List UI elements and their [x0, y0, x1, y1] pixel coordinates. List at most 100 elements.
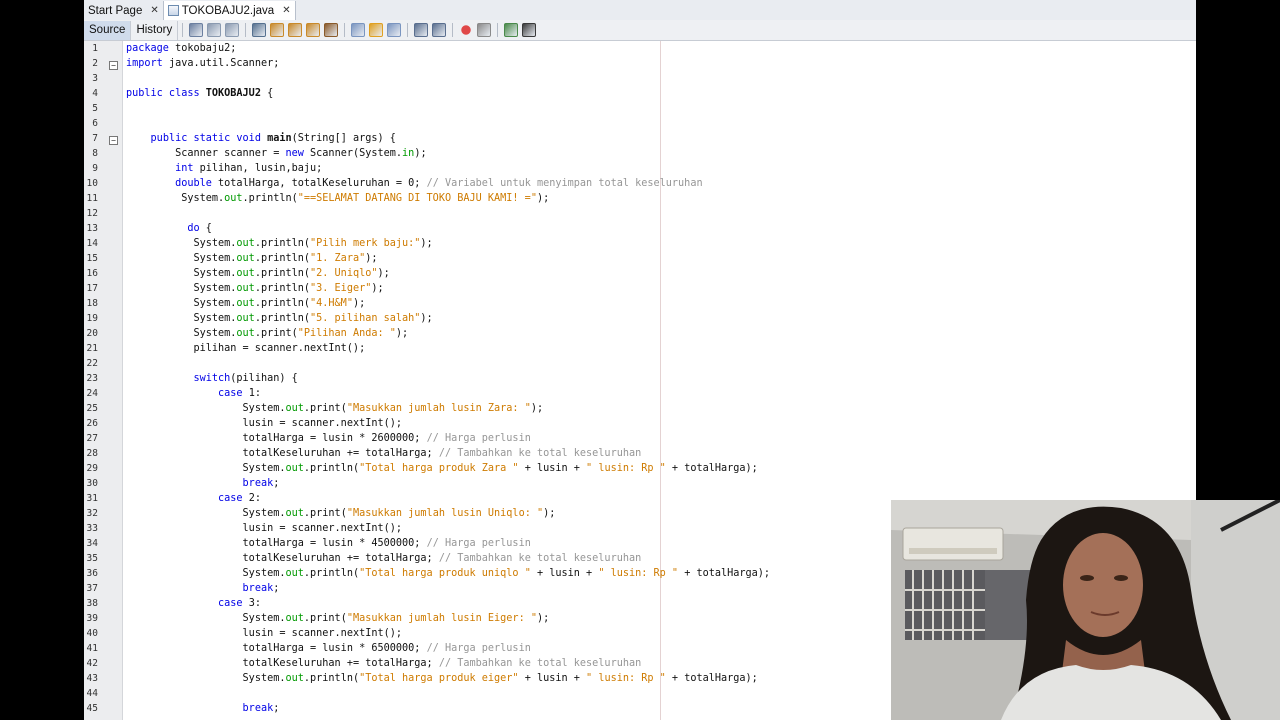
code-line[interactable]: System.out.println("1. Zara"); [126, 253, 377, 264]
shift-left-icon[interactable] [414, 23, 429, 37]
source-button[interactable]: Source [84, 20, 132, 40]
code-line[interactable]: Scanner scanner = new Scanner(System.in)… [126, 148, 427, 159]
code-line[interactable]: System.out.println("3. Eiger"); [126, 283, 384, 294]
toggle-bookmark-icon[interactable] [387, 23, 402, 37]
code-line[interactable]: System.out.print("Pilihan Anda: "); [126, 328, 408, 339]
code-line[interactable]: switch(pilihan) { [126, 373, 297, 384]
editor-tab-bar: Start Page ✕ TOKOBAJU2.java ✕ [84, 0, 1196, 21]
code-line[interactable]: System.out.println("==SELAMAT DATANG DI … [126, 193, 549, 204]
line-number: 42 [86, 658, 98, 669]
code-line[interactable]: lusin = scanner.nextInt(); [126, 418, 402, 429]
code-token: "4.H&M" [310, 298, 353, 309]
code-token: .print( [303, 613, 347, 624]
uncomment-icon[interactable] [522, 23, 537, 37]
code-line[interactable]: import java.util.Scanner; [126, 58, 279, 69]
back-icon[interactable] [207, 23, 222, 37]
code-line[interactable]: public static void main(String[] args) { [126, 133, 396, 144]
code-token: .print( [303, 508, 347, 519]
code-line[interactable]: break; [126, 703, 280, 714]
code-line[interactable]: double totalHarga, totalKeseluruhan = 0;… [126, 178, 703, 189]
code-line[interactable]: System.out.print("Masukkan jumlah lusin … [126, 613, 550, 624]
code-line[interactable]: System.out.println("4.H&M"); [126, 298, 365, 309]
tab-tokobaju2-java[interactable]: TOKOBAJU2.java ✕ [163, 1, 296, 20]
line-number: 39 [86, 613, 98, 624]
record-macro-icon[interactable] [459, 23, 474, 37]
close-icon[interactable]: ✕ [150, 5, 158, 16]
code-token: ); [371, 283, 384, 294]
code-line[interactable]: totalHarga = lusin * 2600000; // Harga p… [126, 433, 531, 444]
last-edit-icon[interactable] [189, 23, 204, 37]
code-token: out [236, 328, 255, 339]
code-token: new [285, 148, 304, 159]
line-number: 33 [86, 523, 98, 534]
code-token: out [236, 253, 255, 264]
line-number: 34 [86, 538, 98, 549]
java-file-icon [167, 5, 179, 16]
history-button[interactable]: History [131, 20, 179, 40]
find-prev-icon[interactable] [270, 23, 285, 37]
forward-icon[interactable] [225, 23, 240, 37]
code-line[interactable]: System.out.println("2. Uniqlo"); [126, 268, 389, 279]
code-line[interactable]: case 2: [126, 493, 261, 504]
code-token: case [218, 388, 243, 399]
line-number: 13 [86, 223, 98, 234]
tab-label: Start Page [88, 4, 143, 17]
tab-start-page[interactable]: Start Page ✕ [84, 1, 164, 20]
code-line[interactable]: totalKeseluruhan += totalHarga; // Tamba… [126, 553, 642, 564]
toolbar-divider [182, 23, 184, 37]
code-token: "Masukkan jumlah lusin Zara: " [346, 403, 531, 414]
code-token: .print( [303, 403, 347, 414]
code-line[interactable]: break; [126, 478, 280, 489]
code-token: totalKeseluruhan += totalHarga; [242, 448, 439, 459]
code-line[interactable]: System.out.println("Total harga produk Z… [126, 463, 758, 474]
code-line[interactable]: int pilihan, lusin,baju; [126, 163, 322, 174]
code-token: break [242, 703, 274, 714]
toggle-rect-icon[interactable] [324, 23, 339, 37]
code-line[interactable]: do { [126, 223, 212, 234]
code-line[interactable]: pilihan = scanner.nextInt(); [126, 343, 365, 354]
comment-icon[interactable] [504, 23, 519, 37]
code-line[interactable]: lusin = scanner.nextInt(); [126, 628, 402, 639]
code-token: (String[] args) { [291, 133, 396, 144]
toggle-highlight-icon[interactable] [306, 23, 321, 37]
code-line[interactable]: lusin = scanner.nextInt(); [126, 523, 402, 534]
code-token: .println( [242, 193, 298, 204]
webcam-image [891, 500, 1280, 720]
code-line[interactable]: System.out.println("5. pilihan salah"); [126, 313, 432, 324]
toolbar-divider [344, 23, 346, 37]
code-line[interactable]: System.out.print("Masukkan jumlah lusin … [126, 508, 556, 519]
code-token: package [126, 43, 169, 54]
code-line[interactable]: package tokobaju2; [126, 43, 236, 54]
code-line[interactable]: public class TOKOBAJU2 { [126, 88, 273, 99]
code-token: System. [242, 568, 286, 579]
fold-toggle-icon[interactable]: − [109, 61, 118, 70]
find-icon[interactable] [252, 23, 267, 37]
fold-toggle-icon[interactable]: − [109, 136, 118, 145]
code-line[interactable]: case 3: [126, 598, 261, 609]
code-line[interactable]: totalKeseluruhan += totalHarga; // Tamba… [126, 658, 642, 669]
code-line[interactable]: break; [126, 583, 280, 594]
stop-macro-icon[interactable] [477, 23, 492, 37]
code-token: out [285, 403, 304, 414]
find-next-icon[interactable] [288, 23, 303, 37]
code-line[interactable]: totalHarga = lusin * 4500000; // Harga p… [126, 538, 531, 549]
shift-right-icon[interactable] [432, 23, 447, 37]
next-bookmark-icon[interactable] [369, 23, 384, 37]
code-line[interactable]: System.out.println("Total harga produk u… [126, 568, 771, 579]
line-number: 11 [86, 193, 98, 204]
code-token: out [236, 298, 255, 309]
line-number: 31 [86, 493, 98, 504]
code-token: double [175, 178, 212, 189]
code-line[interactable]: totalKeseluruhan += totalHarga; // Tamba… [126, 448, 642, 459]
code-token: System. [193, 238, 237, 249]
close-icon[interactable]: ✕ [282, 5, 290, 16]
code-line[interactable]: System.out.println("Pilih merk baju:"); [126, 238, 432, 249]
code-line[interactable]: System.out.println("Total harga produk e… [126, 673, 758, 684]
line-number: 36 [86, 568, 98, 579]
code-line[interactable]: System.out.print("Masukkan jumlah lusin … [126, 403, 544, 414]
code-token: ); [395, 328, 409, 339]
prev-bookmark-icon[interactable] [351, 23, 366, 37]
code-token: totalHarga = lusin * 4500000; [242, 538, 427, 549]
code-line[interactable]: case 1: [126, 388, 261, 399]
code-line[interactable]: totalHarga = lusin * 6500000; // Harga p… [126, 643, 531, 654]
